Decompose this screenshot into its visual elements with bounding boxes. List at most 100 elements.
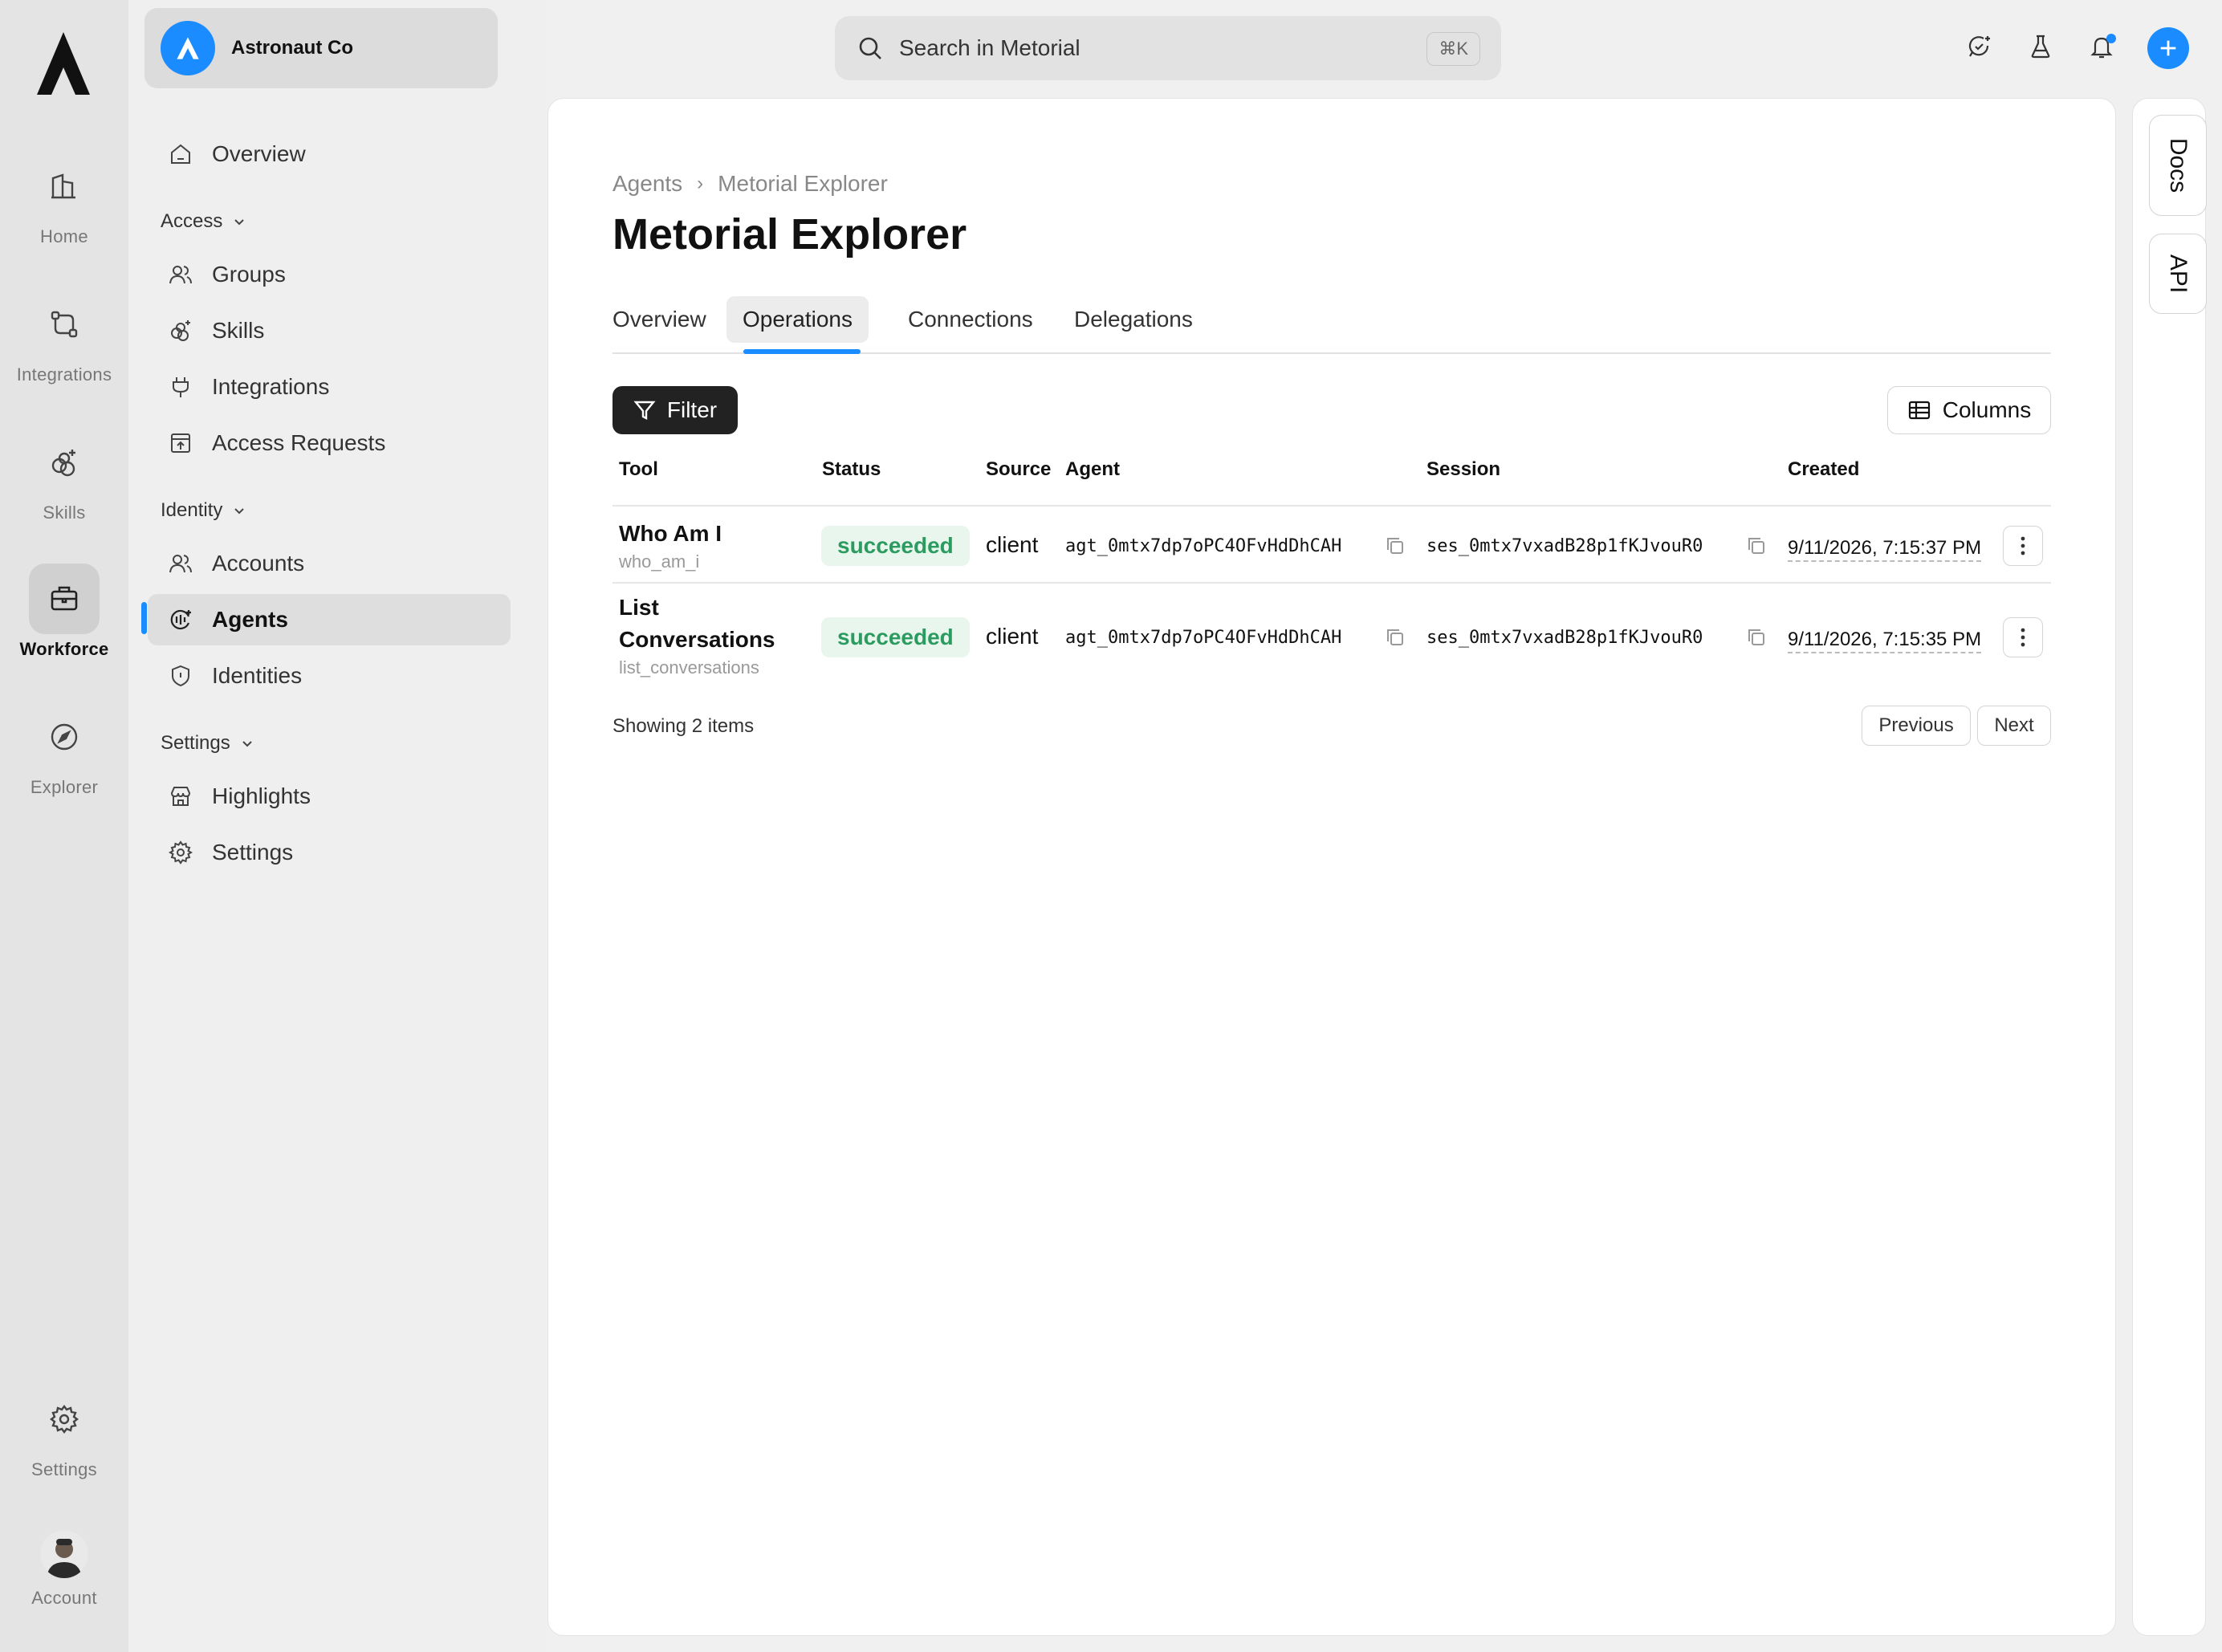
next-button[interactable]: Next <box>1977 706 2051 746</box>
org-logo-icon <box>161 21 215 75</box>
gear-icon <box>167 839 194 866</box>
rail-settings[interactable]: Settings <box>0 1384 128 1480</box>
agent-icon <box>167 606 194 633</box>
column-header-status[interactable]: Status <box>822 458 881 481</box>
inbox-upload-icon <box>167 429 194 457</box>
session-id: ses_0mtx7vxadB28p1fKJvouR0 <box>1426 536 1703 556</box>
right-dock: Docs API <box>2132 98 2207 1636</box>
tab-connections[interactable]: Connections <box>892 296 1049 343</box>
column-header-session[interactable]: Session <box>1426 458 1500 481</box>
tool-cell: List Conversations list_conversations <box>619 592 775 678</box>
rail-home[interactable]: Home <box>0 151 128 247</box>
created-date[interactable]: 9/11/2026, 7:15:37 PM <box>1788 537 1982 562</box>
tool-name: Who Am I <box>619 521 722 546</box>
app-logo-icon[interactable] <box>35 31 92 96</box>
plus-icon <box>2160 40 2176 56</box>
briefcase-icon <box>29 564 100 634</box>
section-identity-toggle[interactable]: Identity <box>161 499 246 522</box>
skills-icon <box>29 427 100 498</box>
table-icon <box>1908 401 1930 420</box>
chevron-right-icon: › <box>697 173 704 194</box>
skills-icon <box>167 317 194 344</box>
storefront-icon <box>167 783 194 810</box>
column-header-source[interactable]: Source <box>986 458 1051 481</box>
search-shortcut: ⌘K <box>1426 32 1480 66</box>
source-cell: client <box>986 532 1039 557</box>
search-placeholder: Search in Metorial <box>899 35 1080 60</box>
rail-skills[interactable]: Skills <box>0 427 128 523</box>
sidebar-item-agents[interactable]: Agents <box>148 594 511 645</box>
session-id: ses_0mtx7vxadB28p1fKJvouR0 <box>1426 628 1703 648</box>
copy-icon[interactable] <box>1385 535 1406 556</box>
sidebar-item-highlights[interactable]: Highlights <box>148 771 511 822</box>
sidebar-item-groups[interactable]: Groups <box>148 249 511 300</box>
sidebar-item-overview[interactable]: Overview <box>148 128 511 180</box>
feedback-button[interactable] <box>1957 24 2002 69</box>
rail-explorer[interactable]: Explorer <box>0 702 128 798</box>
gear-icon <box>29 1384 100 1455</box>
rail-account[interactable]: Account <box>0 1530 128 1609</box>
breadcrumb-agents[interactable]: Agents <box>612 171 682 197</box>
tab-overview[interactable]: Overview <box>596 296 722 343</box>
column-header-agent[interactable]: Agent <box>1065 458 1120 481</box>
previous-button[interactable]: Previous <box>1862 706 1971 746</box>
rail-integrations[interactable]: Integrations <box>0 289 128 385</box>
api-button[interactable]: API <box>2149 234 2207 314</box>
chevron-down-icon <box>242 741 252 747</box>
page-title: Metorial Explorer <box>612 210 967 258</box>
shield-icon <box>167 662 194 690</box>
sidebar-item-accounts[interactable]: Accounts <box>148 538 511 589</box>
plug-icon <box>167 373 194 401</box>
more-vertical-icon <box>2021 628 2025 647</box>
tool-name-line2: Conversations <box>619 627 775 652</box>
copy-icon[interactable] <box>1746 627 1767 648</box>
search-bar[interactable]: Search in Metorial ⌘K <box>835 16 1501 80</box>
notifications-button[interactable] <box>2079 24 2124 69</box>
status-badge: succeeded <box>821 617 970 657</box>
sidebar-item-settings[interactable]: Settings <box>148 827 511 878</box>
labs-button[interactable] <box>2018 24 2063 69</box>
tab-delegations[interactable]: Delegations <box>1058 296 1209 343</box>
main-panel: Agents › Metorial Explorer Metorial Expl… <box>547 98 2116 1636</box>
create-button[interactable] <box>2147 27 2189 69</box>
sidebar-item-skills[interactable]: Skills <box>148 305 511 356</box>
section-access-toggle[interactable]: Access <box>161 210 246 233</box>
created-date[interactable]: 9/11/2026, 7:15:35 PM <box>1788 629 1982 653</box>
filter-icon <box>633 401 656 420</box>
sidebar-item-identities[interactable]: Identities <box>148 650 511 702</box>
row-actions-button[interactable] <box>2003 617 2043 657</box>
rail-workforce[interactable]: Workforce <box>0 564 128 660</box>
integrations-icon <box>29 289 100 360</box>
docs-button[interactable]: Docs <box>2149 115 2207 216</box>
users-icon <box>167 550 194 577</box>
breadcrumb-current: Metorial Explorer <box>718 171 888 196</box>
active-tab-underline <box>743 349 861 354</box>
org-switcher[interactable]: Astronaut Co <box>144 8 498 88</box>
chevron-down-icon <box>234 508 245 515</box>
copy-icon[interactable] <box>1746 535 1767 556</box>
tab-operations[interactable]: Operations <box>726 296 869 343</box>
agent-id: agt_0mtx7dp7oPC4OFvHdDhCAH <box>1065 536 1342 556</box>
section-settings-toggle[interactable]: Settings <box>161 732 254 755</box>
copy-icon[interactable] <box>1385 627 1406 648</box>
users-icon <box>167 261 194 288</box>
items-count: Showing 2 items <box>612 715 755 737</box>
column-header-created[interactable]: Created <box>1788 458 1859 481</box>
tool-id: list_conversations <box>619 657 759 677</box>
sidebar-item-access-requests[interactable]: Access Requests <box>148 417 511 469</box>
columns-button[interactable]: Columns <box>1887 386 2051 434</box>
source-cell: client <box>986 624 1039 649</box>
tool-cell: Who Am I who_am_i <box>619 518 722 572</box>
row-actions-button[interactable] <box>2003 526 2043 566</box>
breadcrumb: Agents › Metorial Explorer <box>612 171 888 197</box>
tool-name-line1: List <box>619 595 659 620</box>
filter-button[interactable]: Filter <box>612 386 738 434</box>
sidebar-item-integrations[interactable]: Integrations <box>148 361 511 413</box>
chevron-down-icon <box>234 219 245 226</box>
row-divider <box>612 582 2051 584</box>
column-header-tool[interactable]: Tool <box>619 458 658 481</box>
agent-id: agt_0mtx7dp7oPC4OFvHdDhCAH <box>1065 628 1342 648</box>
created-cell: 9/11/2026, 7:15:37 PM <box>1788 534 1982 562</box>
tool-id: who_am_i <box>619 551 700 572</box>
home-icon <box>29 151 100 222</box>
